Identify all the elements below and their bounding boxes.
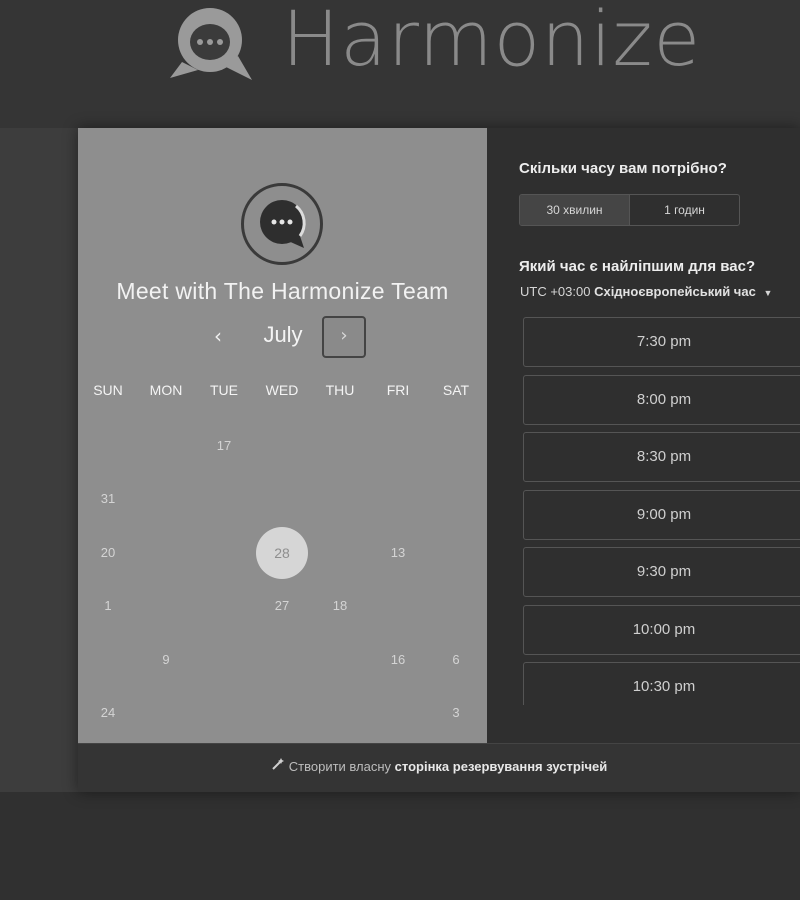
caret-down-icon: ▼ [763, 288, 773, 298]
time-slot-button[interactable]: 9:00 pm [523, 489, 800, 540]
calendar-day[interactable]: 18 [322, 596, 358, 616]
calendar-day[interactable]: 16 [380, 650, 416, 670]
footer-link[interactable]: сторінка резервування зустрічей [395, 759, 608, 774]
footer-text: Створити власну [288, 759, 392, 774]
time-slot-button[interactable]: 7:30 pm [523, 317, 800, 367]
time-slot-list: 7:30 pm 8:00 pm 8:30 pm 9:00 pm 9:30 pm 10:00… [523, 317, 800, 705]
month-label: July [263, 322, 303, 347]
duration-selector: 30 хвилин 1 годин [519, 194, 740, 226]
weekday-wed: WED [265, 382, 299, 398]
duration-option-2[interactable]: 1 годин [630, 195, 739, 225]
time-slot-button[interactable]: 10:30 pm [523, 662, 800, 705]
time-slot-button[interactable]: 8:00 pm [523, 374, 800, 425]
calendar-day[interactable]: 24 [90, 703, 126, 723]
calendar-day[interactable]: 9 [148, 650, 184, 670]
avatar [241, 183, 323, 265]
timezone-select[interactable]: UTC +03:00 Східноєвропейський час ▼ [520, 284, 772, 299]
weekday-thu: THU [325, 382, 355, 398]
calendar-day[interactable]: 13 [380, 543, 416, 563]
calendar-title: Meet with The Harmonize Team [116, 278, 449, 304]
background-strip [0, 128, 78, 792]
calendar-day[interactable]: 27 [264, 596, 300, 616]
next-month-button[interactable]: › [322, 316, 366, 358]
booking-card: Meet with The Harmonize Team ‹ July › SU… [78, 128, 800, 792]
duration-question: Скільки часу вам потрібно? [519, 160, 727, 177]
calendar-day[interactable]: 17 [206, 436, 242, 456]
timezone-name: Східноєвропейський час [594, 284, 756, 299]
weekday-fri: FRI [386, 382, 410, 398]
harmonize-logo-icon [170, 8, 252, 80]
magic-wand-icon [271, 744, 285, 790]
weekday-sat: SAT [442, 382, 470, 398]
calendar-day[interactable]: 20 [90, 543, 126, 563]
weekday-sun: SUN [93, 382, 123, 398]
time-question: Який час є найліпшим для вас? [519, 258, 756, 275]
time-slot-button[interactable]: 8:30 pm [523, 432, 800, 482]
calendar-day[interactable]: 31 [90, 489, 126, 509]
calendar-panel: Meet with The Harmonize Team ‹ July › SU… [78, 128, 487, 743]
timezone-offset: UTC +03:00 [520, 284, 591, 299]
calendar-day[interactable]: 3 [438, 703, 474, 723]
brand-name: Harmonize [282, 0, 702, 83]
chat-bubble-icon [260, 200, 306, 248]
prev-month-button[interactable]: ‹ [204, 322, 232, 350]
time-slot-button[interactable]: 10:00 pm [523, 604, 800, 655]
background-band [0, 792, 800, 900]
header: Harmonize [0, 0, 800, 128]
time-panel: Скільки часу вам потрібно? 30 хвилин 1 го… [487, 128, 800, 743]
calendar-day-selected[interactable]: 28 [256, 527, 308, 579]
weekday-tue: TUE [210, 382, 238, 398]
duration-option-1[interactable]: 30 хвилин [520, 195, 630, 225]
calendar-day[interactable]: 1 [90, 596, 126, 616]
weekday-header: SUN MON TUE WED THU FRI SAT [78, 382, 487, 402]
footer: Створити власну сторінка резервування зу… [78, 743, 800, 792]
time-slot-button[interactable]: 9:30 pm [523, 547, 800, 597]
calendar-day[interactable]: 6 [438, 650, 474, 670]
weekday-mon: MON [149, 382, 183, 398]
